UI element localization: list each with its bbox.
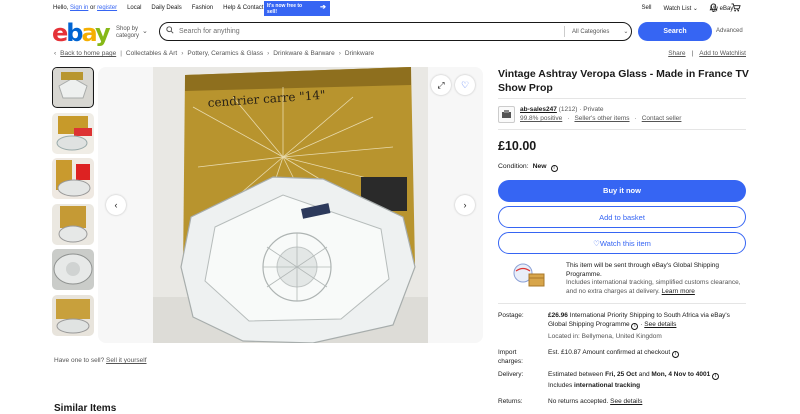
chevron-left-icon[interactable]: ‹ — [106, 195, 126, 215]
import-charges-value: Est. £10.87 Amount confirmed at checkout… — [548, 349, 748, 358]
info-icon[interactable]: i — [550, 165, 558, 172]
returns-value: No returns accepted. See details — [548, 398, 643, 405]
delivery-tracking: Includes international tracking — [548, 382, 641, 389]
advanced-search-link[interactable]: Advanced — [716, 28, 743, 34]
ebay-logo[interactable]: ebay — [52, 19, 111, 47]
similar-items-heading: Similar Items — [54, 403, 117, 414]
shop-by-category[interactable]: Shop by category ⌄ — [116, 26, 148, 40]
watch-item-button[interactable]: ♡Watch this item — [498, 232, 746, 254]
nav-fashion[interactable]: Fashion — [192, 5, 213, 11]
chevron-right-icon: › — [181, 50, 184, 57]
breadcrumb-collectables[interactable]: Collectables & Art — [126, 50, 177, 57]
chevron-right-icon[interactable]: › — [455, 195, 475, 215]
condition: Condition: New i — [498, 163, 558, 172]
top-bar: Hello, Sign in or register Local Daily D… — [0, 0, 800, 16]
search-icon — [166, 26, 174, 36]
share-link[interactable]: Share — [668, 50, 685, 57]
breadcrumb-pottery[interactable]: Pottery, Ceramics & Glass — [187, 50, 263, 57]
postage-label: Postage: — [498, 312, 524, 319]
sell-it-yourself-link[interactable]: Sell it yourself — [106, 357, 146, 364]
info-icon[interactable]: i — [712, 373, 720, 380]
global-shipping-info: This item will be sent through eBay's Gl… — [566, 262, 741, 295]
thumbnail-2[interactable] — [52, 112, 94, 154]
thumbnail-4[interactable] — [52, 203, 94, 245]
contact-seller-link[interactable]: Contact seller — [642, 115, 682, 122]
search-input[interactable]: Search for anything — [179, 28, 240, 35]
postage-value: £26.96 International Priority Shipping t… — [548, 312, 730, 330]
back-home-link[interactable]: Back to home page — [60, 50, 116, 57]
thumbnail-7[interactable] — [52, 340, 94, 346]
feedback-link[interactable]: 99.8% positive — [520, 115, 562, 122]
sell-promo-banner[interactable]: It's now free to sell! ➔ — [264, 1, 330, 16]
thumbnail-6[interactable] — [52, 294, 94, 336]
global-shipping-icon — [512, 262, 548, 288]
nav-help[interactable]: Help & Contact — [223, 5, 263, 11]
postage-see-details-link[interactable]: See details — [644, 321, 676, 328]
seller-name-link[interactable]: ab-sales247 — [520, 106, 557, 113]
divider — [498, 129, 746, 130]
chevron-right-icon: › — [338, 50, 341, 57]
search-button[interactable]: Search — [638, 22, 712, 41]
share-actions: Share | Add to Watchlist — [668, 50, 746, 57]
product-photo: cendrier carre "14" — [153, 67, 428, 343]
add-to-basket-button[interactable]: Add to basket — [498, 206, 746, 228]
bell-icon[interactable] — [709, 3, 718, 14]
item-title: Vintage Ashtray Veropa Glass - Made in F… — [498, 68, 749, 94]
seller-sep: · — [567, 115, 570, 122]
chevron-down-icon: ⌄ — [692, 6, 698, 12]
arrow-right-icon: ➔ — [320, 4, 326, 11]
thumbnail-strip — [52, 67, 95, 351]
item-location: Located in: Bellymena, United Kingdom — [548, 333, 662, 340]
nav-watch-list[interactable]: Watch List ⌄ — [663, 5, 698, 12]
returns-label: Returns: — [498, 398, 523, 405]
seller-other-items-link[interactable]: Seller's other items — [574, 115, 629, 122]
chevron-right-icon: › — [267, 50, 270, 57]
thumbnail-3[interactable] — [52, 158, 94, 199]
nav-daily-deals[interactable]: Daily Deals — [151, 5, 181, 11]
heart-icon: ♡ — [593, 239, 600, 248]
thumbnail-5[interactable] — [52, 249, 94, 290]
breadcrumb-sep: | — [120, 50, 122, 57]
learn-more-link[interactable]: Learn more — [662, 288, 695, 295]
heart-icon[interactable]: ♡ — [455, 75, 475, 95]
returns-see-details-link[interactable]: See details — [610, 398, 642, 405]
main-image-viewer[interactable]: cendrier carre "14" ⤢ ♡ ‹ › — [98, 67, 483, 343]
expand-icon[interactable]: ⤢ — [431, 75, 451, 95]
seller-info: ab-sales247 (1212) · Private — [520, 106, 604, 113]
category-select[interactable]: All Categories ⌄ — [572, 28, 628, 35]
cart-icon[interactable] — [731, 3, 741, 14]
chevron-down-icon: ⌄ — [142, 28, 148, 35]
info-icon[interactable]: i — [631, 322, 639, 330]
divider — [564, 26, 565, 37]
search-bar: Search for anything All Categories ⌄ — [159, 22, 632, 41]
breadcrumb-drinkware[interactable]: Drinkware — [345, 50, 374, 57]
chevron-left-icon: ‹ — [54, 50, 57, 57]
delivery-value: Estimated between Fri, 25 Oct and Mon, 4… — [548, 371, 748, 380]
divider — [498, 98, 746, 99]
import-charges-label: Import charges: — [498, 349, 523, 365]
sign-in-link[interactable]: Sign in — [70, 5, 88, 11]
thumbnail-1[interactable] — [52, 67, 94, 108]
chevron-down-icon: ⌄ — [623, 29, 629, 35]
info-icon[interactable]: i — [671, 351, 679, 358]
breadcrumb-drinkware-barware[interactable]: Drinkware & Barware — [273, 50, 334, 57]
nav-sell[interactable]: Sell — [641, 5, 651, 12]
share-sep: | — [691, 50, 694, 57]
buy-it-now-button[interactable]: Buy it now — [498, 180, 746, 202]
register-link[interactable]: register — [97, 5, 117, 11]
delivery-label: Delivery: — [498, 371, 524, 378]
seller-sep: · — [634, 115, 637, 122]
sell-yours-prompt: Have one to sell? Sell it yourself — [54, 357, 147, 364]
seller-avatar[interactable] — [498, 106, 515, 123]
seller-links: 99.8% positive · Seller's other items · … — [520, 115, 681, 122]
price: £10.00 — [498, 139, 537, 153]
divider — [498, 303, 746, 304]
greeting: Hello, Sign in or register — [53, 5, 118, 11]
nav-local[interactable]: Local — [127, 5, 141, 11]
add-to-watchlist-link[interactable]: Add to Watchlist — [699, 50, 746, 57]
breadcrumb: ‹ Back to home page | Collectables & Art… — [54, 50, 374, 57]
